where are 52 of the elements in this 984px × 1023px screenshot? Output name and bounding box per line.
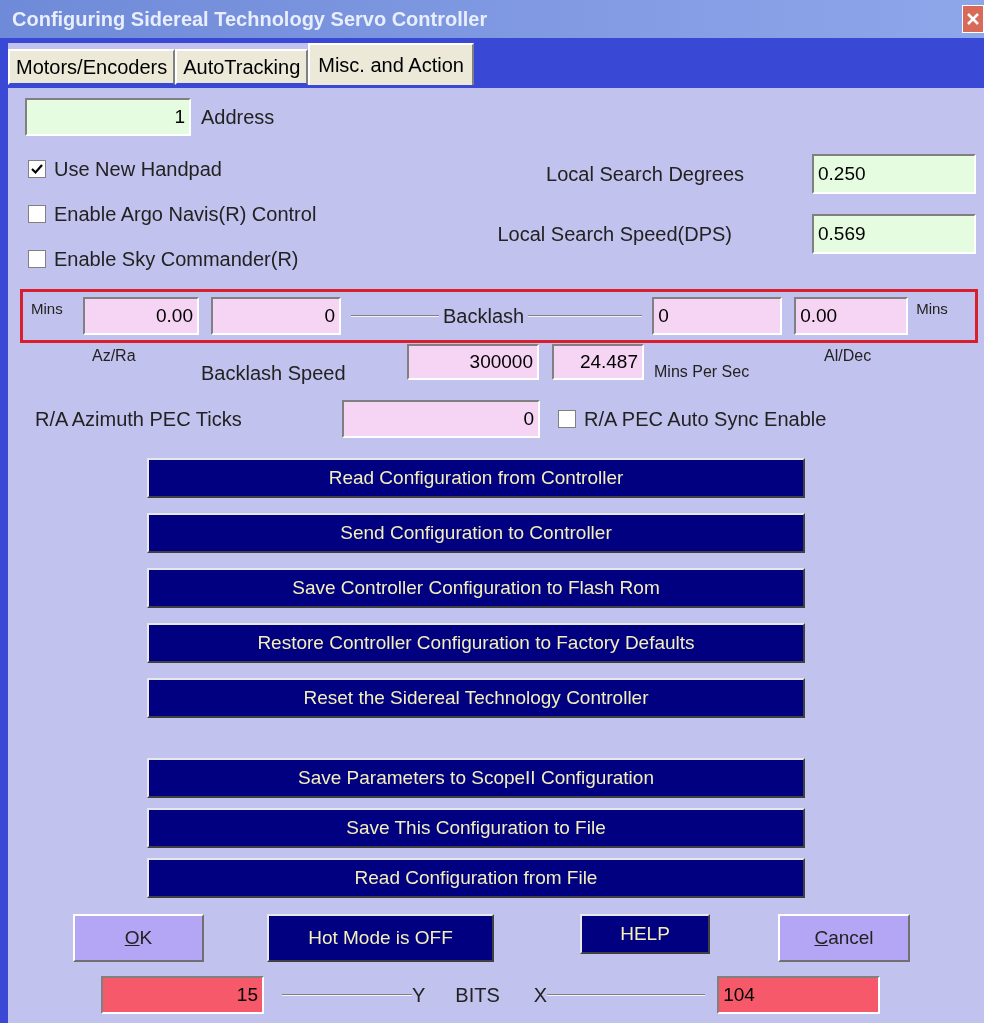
mode-button[interactable]: HELP bbox=[580, 914, 710, 954]
action-button[interactable]: Save This Configuration to File bbox=[147, 808, 805, 848]
tab[interactable]: Motors/Encoders bbox=[8, 49, 176, 85]
backlash-speed-field[interactable]: 300000 bbox=[407, 344, 539, 380]
pec-field[interactable]: 0 bbox=[342, 400, 540, 438]
dialog-button[interactable]: OK bbox=[73, 914, 204, 962]
backlash-speed-field[interactable]: 24.487 bbox=[552, 344, 644, 380]
search-field[interactable]: 0.250 bbox=[812, 154, 976, 194]
action-button[interactable]: Restore Controller Configuration to Factory Defaults bbox=[147, 623, 805, 663]
dialog-button[interactable]: Cancel bbox=[778, 914, 910, 962]
backlash-title: Backlash bbox=[442, 304, 526, 329]
checkbox[interactable] bbox=[28, 204, 46, 223]
unit-label: Mins Per Sec bbox=[654, 362, 751, 382]
action-button[interactable]: Send Configuration to Controller bbox=[147, 513, 805, 553]
mode-button[interactable]: Hot Mode is OFF bbox=[267, 914, 494, 962]
search-label: Local Search Speed(DPS) bbox=[497, 222, 732, 247]
backlash-speed-label: Backlash Speed bbox=[201, 361, 347, 386]
checkbox-label: R/A PEC Auto Sync Enable bbox=[584, 407, 827, 432]
checkbox-label: Use New Handpad bbox=[54, 156, 222, 182]
bits-field[interactable]: 104 bbox=[717, 976, 881, 1014]
action-button[interactable]: Read Configuration from Controller bbox=[147, 458, 805, 498]
bits-label: BITS bbox=[455, 983, 500, 1008]
pec-label: R/A Azimuth PEC Ticks bbox=[35, 407, 243, 432]
window-title: Configuring Sidereal Technology Servo Controller bbox=[12, 7, 488, 32]
axis-label: Al/Dec bbox=[824, 346, 872, 366]
checkbox[interactable] bbox=[28, 159, 46, 178]
action-button[interactable]: Save Controller Configuration to Flash Rom bbox=[147, 568, 805, 608]
action-button[interactable]: Reset the Sidereal Technology Controller bbox=[147, 678, 805, 718]
axis-label: Y bbox=[412, 983, 426, 1008]
address-label: Address bbox=[201, 105, 275, 130]
checkbox[interactable] bbox=[558, 410, 576, 428]
backlash-field[interactable]: 0 bbox=[652, 297, 783, 335]
search-label: Local Search Degrees bbox=[546, 162, 744, 187]
search-field[interactable]: 0.569 bbox=[812, 214, 976, 254]
action-button[interactable]: Read Configuration from File bbox=[147, 858, 805, 898]
axis-label: X bbox=[533, 983, 548, 1008]
close-button[interactable] bbox=[962, 5, 984, 33]
unit-label: Mins bbox=[31, 299, 64, 319]
address-field[interactable]: 1 bbox=[25, 98, 191, 136]
checkbox[interactable] bbox=[28, 249, 46, 268]
checkbox-label: Enable Argo Navis(R) Control bbox=[54, 201, 317, 227]
tab[interactable]: Misc. and Action bbox=[308, 43, 474, 85]
action-button[interactable]: Save Parameters to ScopeII Configuration bbox=[147, 758, 805, 798]
checkbox-label: Enable Sky Commander(R) bbox=[54, 246, 299, 272]
axis-label: Az/Ra bbox=[92, 346, 137, 366]
bits-field[interactable]: 15 bbox=[101, 976, 264, 1014]
backlash-field[interactable]: 0 bbox=[211, 297, 341, 335]
tab[interactable]: AutoTracking bbox=[175, 49, 309, 85]
close-icon bbox=[966, 12, 980, 26]
backlash-field[interactable]: 0.00 bbox=[794, 297, 909, 335]
backlash-field[interactable]: 0.00 bbox=[83, 297, 199, 335]
unit-label: Mins bbox=[916, 299, 948, 319]
